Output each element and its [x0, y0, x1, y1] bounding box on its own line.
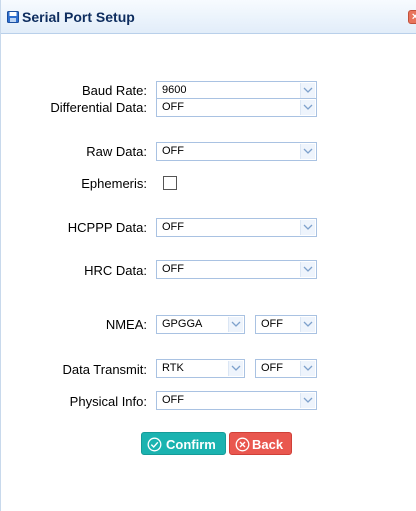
back-button[interactable]: Back [229, 432, 292, 455]
chevron-down-icon [300, 83, 315, 98]
nmea-rate-value: OFF [261, 318, 283, 330]
ephemeris-checkbox[interactable] [163, 176, 177, 190]
nmea-rate-select[interactable]: OFF [255, 315, 317, 334]
close-icon: × [411, 11, 416, 23]
hrc-data-label: HRC Data: [84, 263, 147, 278]
ephemeris-label: Ephemeris: [81, 176, 147, 191]
chevron-down-icon [300, 262, 315, 277]
nmea-type-select[interactable]: GPGGA [156, 315, 245, 334]
raw-data-value: OFF [162, 145, 184, 157]
dialog-titlebar: Serial Port Setup × [1, 0, 416, 34]
raw-data-select[interactable]: OFF [156, 142, 317, 161]
data-transmit-type-select[interactable]: RTK [156, 359, 245, 378]
chevron-down-icon [300, 317, 315, 332]
data-transmit-rate-select[interactable]: OFF [255, 359, 317, 378]
data-transmit-rate-value: OFF [261, 362, 283, 374]
chevron-down-icon [300, 220, 315, 235]
baud-rate-value: 9600 [162, 84, 187, 96]
hcppp-data-select[interactable]: OFF [156, 218, 317, 237]
confirm-label: Confirm [166, 437, 216, 452]
hcppp-data-label: HCPPP Data: [67, 220, 147, 235]
physical-info-value: OFF [162, 394, 184, 406]
differential-data-value: OFF [162, 101, 184, 113]
chevron-down-icon [300, 393, 315, 408]
hrc-data-value: OFF [162, 263, 184, 275]
differential-data-select[interactable]: OFF [156, 98, 317, 117]
cancel-circle-icon [235, 437, 250, 452]
data-transmit-label: Data Transmit: [62, 362, 147, 377]
chevron-down-icon [228, 361, 243, 376]
close-button[interactable]: × [408, 10, 416, 24]
baud-rate-label: Baud Rate: [81, 83, 147, 98]
raw-data-label: Raw Data: [86, 144, 147, 159]
back-label: Back [252, 437, 284, 452]
serial-port-setup-dialog: Serial Port Setup × Baud Rate: 9600 Diff… [0, 0, 416, 511]
hrc-data-select[interactable]: OFF [156, 260, 317, 279]
chevron-down-icon [228, 317, 243, 332]
dialog-title: Serial Port Setup [22, 9, 135, 25]
hcppp-data-value: OFF [162, 221, 184, 233]
chevron-down-icon [300, 361, 315, 376]
chevron-down-icon [300, 144, 315, 159]
physical-info-label: Physical Info: [69, 394, 147, 409]
physical-info-select[interactable]: OFF [156, 391, 317, 410]
nmea-label: NMEA: [105, 317, 147, 332]
nmea-type-value: GPGGA [162, 318, 203, 330]
check-circle-icon [147, 437, 162, 452]
confirm-button[interactable]: Confirm [141, 432, 226, 455]
differential-data-label: Differential Data: [50, 100, 147, 115]
data-transmit-type-value: RTK [162, 362, 184, 374]
chevron-down-icon [300, 100, 315, 115]
save-icon [7, 11, 19, 23]
